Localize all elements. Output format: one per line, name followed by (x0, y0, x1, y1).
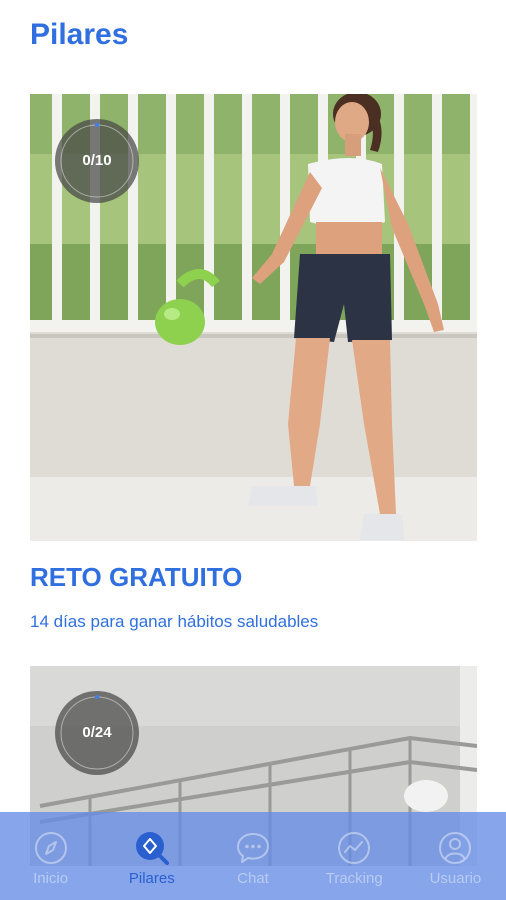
nav-item-chat[interactable]: Chat (202, 812, 303, 900)
user-icon (439, 832, 472, 864)
nav-label: Pilares (128, 870, 175, 887)
card-title[interactable]: RETO GRATUITO (30, 562, 242, 593)
bottom-nav: Inicio Pilares Chat Tracking Usuario (0, 812, 506, 900)
page-title: Pilares (30, 18, 129, 51)
progress-ring: 0/24 (54, 690, 140, 776)
nav-item-usuario[interactable]: Usuario (405, 812, 506, 900)
card-image-reto-gratuito[interactable]: 0/10 (30, 94, 477, 541)
compass-icon (34, 832, 67, 864)
nav-label: Tracking (325, 870, 383, 887)
nav-item-tracking[interactable]: Tracking (304, 812, 405, 900)
nav-label: Inicio (33, 870, 69, 887)
progress-count: 0/24 (82, 724, 112, 741)
nav-item-inicio[interactable]: Inicio (0, 812, 101, 900)
card-subtitle: 14 días para ganar hábitos saludables (30, 612, 319, 631)
search-icon (135, 832, 169, 865)
tracking-icon (338, 832, 371, 864)
nav-label: Usuario (429, 870, 482, 887)
chat-icon (237, 833, 269, 863)
progress-count: 0/10 (82, 152, 112, 169)
nav-label: Chat (237, 870, 269, 887)
nav-item-pilares[interactable]: Pilares (101, 812, 202, 900)
progress-ring: 0/10 (54, 118, 140, 204)
